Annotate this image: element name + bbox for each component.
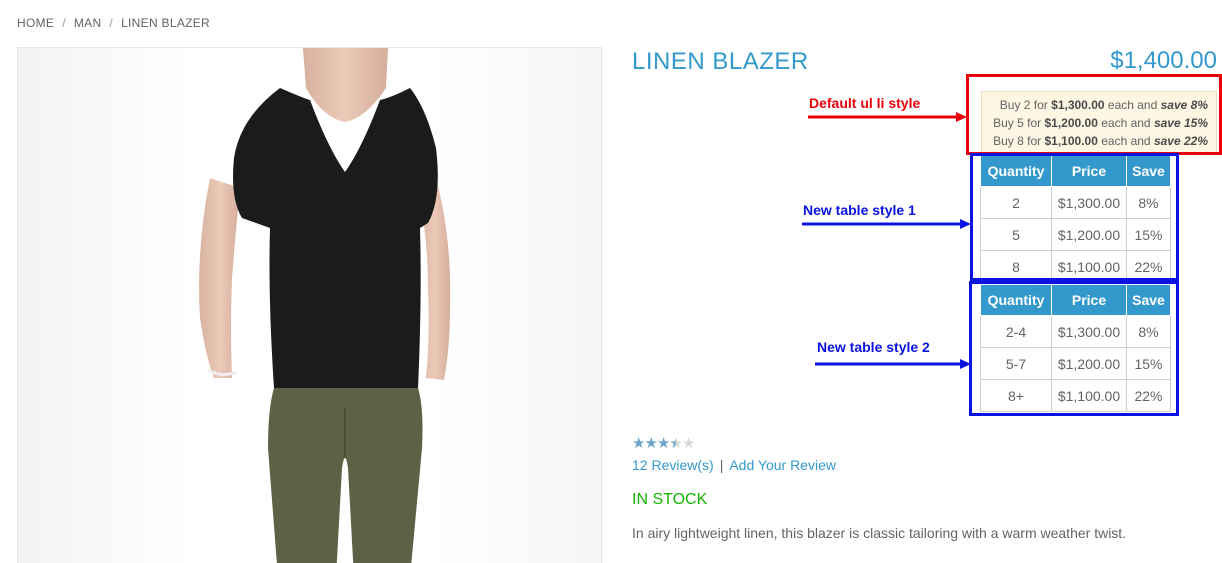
arrow-default-icon	[808, 112, 967, 122]
rating-stars: ★ ★ ★ ★ ★	[632, 435, 695, 452]
product-description: In airy lightweight linen, this blazer i…	[632, 525, 1127, 541]
star-half-icon: ★	[669, 435, 682, 452]
breadcrumb-home[interactable]: HOME	[17, 16, 54, 30]
breadcrumb-man[interactable]: MAN	[74, 16, 102, 30]
breadcrumb: HOME / MAN / LINEN BLAZER	[17, 16, 210, 30]
annotation-label-default: Default ul li style	[809, 95, 921, 111]
add-review-link[interactable]: Add Your Review	[729, 457, 836, 473]
annotation-box-table-1	[970, 153, 1179, 281]
star-empty-icon: ★	[681, 435, 695, 452]
breadcrumb-separator: /	[62, 16, 66, 30]
annotation-box-table-2	[969, 281, 1179, 416]
annotation-label-table-1: New table style 1	[803, 202, 916, 218]
arrow-table-2-icon	[815, 359, 971, 369]
star-icon: ★	[632, 435, 645, 452]
product-price: $1,400.00	[1110, 47, 1217, 74]
star-icon: ★	[644, 435, 657, 452]
arrow-table-1-icon	[802, 219, 971, 229]
annotation-label-table-2: New table style 2	[817, 339, 930, 355]
breadcrumb-current: LINEN BLAZER	[121, 16, 211, 30]
reviews-link[interactable]: 12 Review(s)	[632, 457, 714, 473]
product-photo	[18, 48, 601, 563]
annotation-box-default	[966, 74, 1222, 155]
star-icon: ★	[656, 435, 670, 452]
product-name: LINEN BLAZER	[632, 48, 809, 75]
breadcrumb-separator: /	[109, 16, 114, 30]
product-image[interactable]	[17, 47, 602, 563]
review-links: 12 Review(s) | Add Your Review	[632, 457, 836, 473]
link-separator: |	[719, 457, 724, 473]
stock-status: IN STOCK	[632, 491, 708, 508]
